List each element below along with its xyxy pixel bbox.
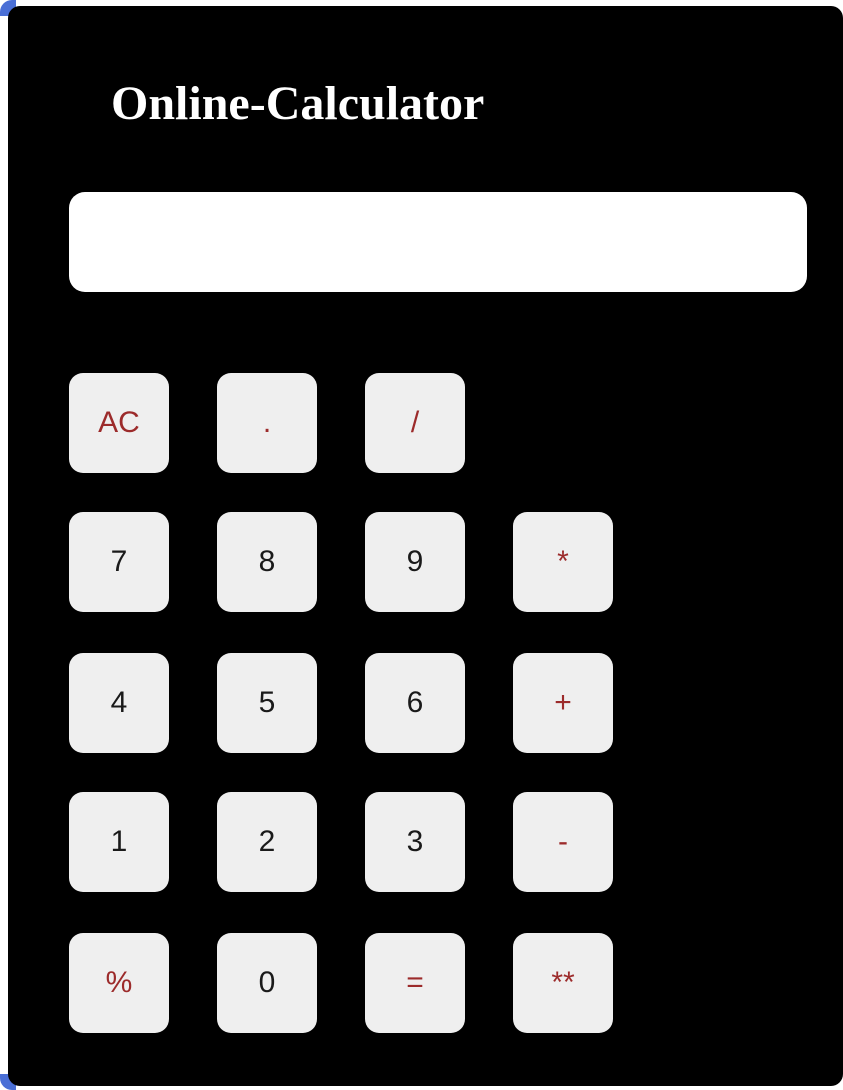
digit-9-button[interactable]: 9 xyxy=(365,512,465,612)
page: Online-Calculator AC . / 7 8 9 * 4 5 6 +… xyxy=(0,0,843,1090)
digit-2-button[interactable]: 2 xyxy=(217,792,317,892)
page-title: Online-Calculator xyxy=(111,77,485,130)
calculator-panel: Online-Calculator AC . / 7 8 9 * 4 5 6 +… xyxy=(8,6,843,1086)
calculator-display[interactable] xyxy=(69,192,807,292)
multiply-button[interactable]: * xyxy=(513,512,613,612)
plus-button[interactable]: + xyxy=(513,653,613,753)
digit-6-button[interactable]: 6 xyxy=(365,653,465,753)
digit-0-button[interactable]: 0 xyxy=(217,933,317,1033)
decimal-button[interactable]: . xyxy=(217,373,317,473)
digit-1-button[interactable]: 1 xyxy=(69,792,169,892)
power-button[interactable]: ** xyxy=(513,933,613,1033)
percent-button[interactable]: % xyxy=(69,933,169,1033)
minus-button[interactable]: - xyxy=(513,792,613,892)
divide-button[interactable]: / xyxy=(365,373,465,473)
equals-button[interactable]: = xyxy=(365,933,465,1033)
digit-4-button[interactable]: 4 xyxy=(69,653,169,753)
digit-3-button[interactable]: 3 xyxy=(365,792,465,892)
digit-8-button[interactable]: 8 xyxy=(217,512,317,612)
digit-7-button[interactable]: 7 xyxy=(69,512,169,612)
digit-5-button[interactable]: 5 xyxy=(217,653,317,753)
clear-button[interactable]: AC xyxy=(69,373,169,473)
